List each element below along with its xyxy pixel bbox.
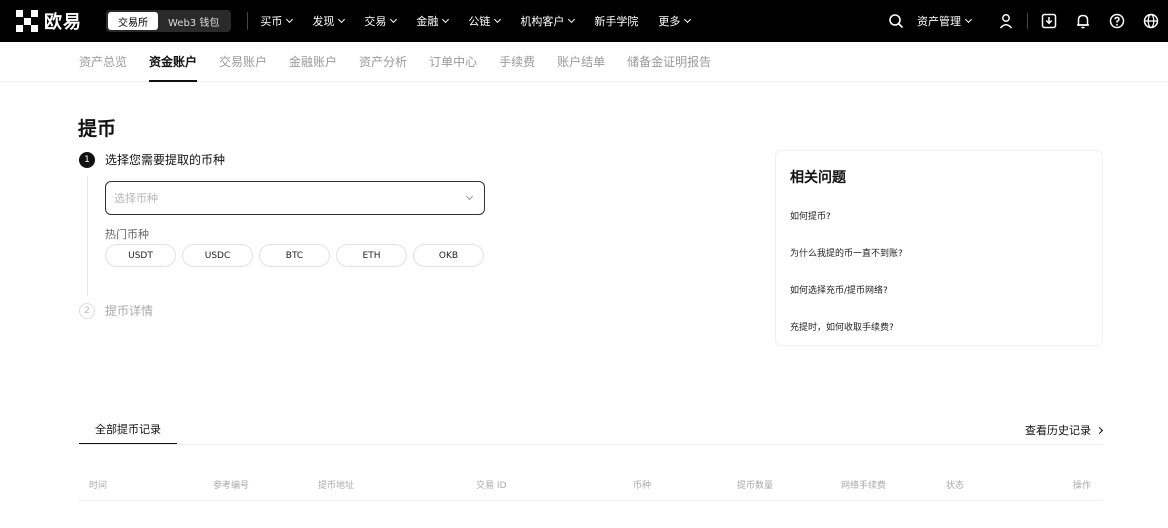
- faq-title: 相关问题: [790, 170, 846, 186]
- subnav-trading-account[interactable]: 交易账户: [219, 42, 267, 82]
- nav-discover[interactable]: 发现: [312, 13, 346, 29]
- download-icon: [1041, 13, 1057, 29]
- coin-chip-btc[interactable]: BTC: [259, 244, 330, 267]
- chevron-down-icon: [494, 15, 502, 24]
- coin-chip-eth[interactable]: ETH: [336, 244, 407, 267]
- search-button[interactable]: [879, 0, 913, 42]
- faq-link[interactable]: 充提时，如何收取手续费?: [790, 320, 894, 333]
- coin-select[interactable]: 选择币种: [105, 181, 485, 215]
- step-connector: [87, 176, 88, 296]
- faq-link[interactable]: 如何提币?: [790, 209, 831, 222]
- nav-academy[interactable]: 新手学院: [594, 13, 638, 29]
- notification-button[interactable]: [1066, 0, 1100, 42]
- faq-link[interactable]: 如何选择充币/提币网络?: [790, 283, 888, 296]
- column-header-address: 提币地址: [318, 481, 355, 491]
- nav-buy-crypto[interactable]: 买币: [260, 13, 294, 29]
- coin-select-placeholder: 选择币种: [114, 192, 158, 205]
- nav-label: 更多: [658, 15, 681, 28]
- step-label: 选择您需要提取的币种: [105, 153, 226, 167]
- tab-all-withdrawals[interactable]: 全部提币记录: [79, 413, 177, 445]
- step-label: 提币详情: [105, 304, 154, 318]
- coin-chip-usdc[interactable]: USDC: [182, 244, 253, 267]
- bell-icon: [1077, 14, 1089, 29]
- subnav-fees[interactable]: 手续费: [499, 42, 535, 82]
- step-number: 2: [79, 302, 95, 319]
- chevron-down-icon: [684, 15, 692, 24]
- column-header-tx-id: 交易 ID: [476, 481, 507, 491]
- column-header-coin: 币种: [633, 481, 652, 491]
- nav-divider: [247, 12, 249, 30]
- chevron-down-icon: [390, 15, 398, 24]
- okx-logo-icon: [16, 10, 38, 32]
- help-button[interactable]: [1100, 0, 1134, 42]
- subnav-asset-analysis[interactable]: 资产分析: [359, 42, 407, 82]
- nav-institutional[interactable]: 机构客户: [520, 13, 576, 29]
- logo[interactable]: 欧易: [16, 8, 92, 34]
- tool-divider: [1027, 13, 1028, 29]
- switch-web3-wallet[interactable]: Web3 钱包: [158, 12, 229, 30]
- table-header-divider: [79, 500, 1103, 501]
- subnav-funding-account[interactable]: 资金账户: [149, 42, 198, 82]
- chevron-down-icon: [465, 192, 474, 201]
- user-icon: [999, 14, 1013, 29]
- view-history-link[interactable]: 查看历史记录: [1025, 422, 1104, 438]
- subnav-proof-of-reserves[interactable]: 储备金证明报告: [627, 42, 711, 82]
- assets-menu[interactable]: 资产管理: [917, 13, 973, 29]
- column-header-time: 时间: [89, 481, 108, 491]
- step-select-coin: 1 选择您需要提取的币种: [79, 151, 225, 168]
- nav-finance[interactable]: 金融: [416, 13, 450, 29]
- nav-trade[interactable]: 交易: [364, 13, 398, 29]
- hot-coins-label: 热门币种: [105, 228, 149, 241]
- column-header-ref-id: 参考编号: [213, 481, 250, 491]
- nav-label: 新手学院: [594, 15, 639, 28]
- history-divider: [79, 444, 1103, 445]
- chevron-down-icon: [964, 15, 973, 24]
- coin-chip-okb[interactable]: OKB: [413, 244, 484, 267]
- nav-label: 买币: [260, 15, 283, 28]
- column-header-amount: 提币数量: [737, 481, 774, 491]
- step-number: 1: [79, 151, 95, 168]
- subnav-overview[interactable]: 资产总览: [79, 42, 127, 82]
- view-history-label: 查看历史记录: [1025, 424, 1091, 437]
- language-button[interactable]: [1134, 0, 1168, 42]
- nav-label: 公链: [468, 15, 491, 28]
- logo-text: 欧易: [44, 12, 82, 33]
- nav-label: 金融: [416, 15, 439, 28]
- subnav-order-center[interactable]: 订单中心: [429, 42, 477, 82]
- search-icon: [889, 14, 904, 29]
- column-header-network-fee: 网络手续费: [841, 481, 887, 491]
- chevron-down-icon: [338, 15, 346, 24]
- account-subnav: 资产总览 资金账户 交易账户 金融账户 资产分析 订单中心 手续费 账户结单 储…: [0, 42, 1168, 82]
- right-tools: 资产管理: [879, 0, 1168, 42]
- nav-label: 机构客户: [520, 15, 565, 28]
- chevron-right-icon: [1095, 426, 1104, 434]
- globe-icon: [1143, 13, 1159, 29]
- column-header-action: 操作: [1073, 481, 1092, 491]
- top-navbar: 欧易 交易所 Web3 钱包 买币 发现 交易 金融 公链 机构客户 新手学院 …: [0, 0, 1168, 42]
- nav-more[interactable]: 更多: [658, 13, 692, 29]
- faq-panel: 相关问题 如何提币? 为什么我提的币一直不到账? 如何选择充币/提币网络? 充提…: [775, 150, 1103, 346]
- subnav-finance-account[interactable]: 金融账户: [289, 42, 337, 82]
- nav-label: 发现: [312, 15, 335, 28]
- column-header-status: 状态: [946, 481, 965, 491]
- subnav-statements[interactable]: 账户结单: [557, 42, 605, 82]
- hot-coins-list: USDT USDC BTC ETH OKB: [105, 244, 490, 267]
- main-nav: 买币 发现 交易 金融 公链 机构客户 新手学院 更多: [260, 13, 710, 29]
- chevron-down-icon: [442, 15, 450, 24]
- help-icon: [1109, 13, 1125, 29]
- chevron-down-icon: [286, 15, 294, 24]
- platform-switch: 交易所 Web3 钱包: [106, 10, 232, 32]
- faq-link[interactable]: 为什么我提的币一直不到账?: [790, 246, 903, 259]
- user-button[interactable]: [989, 0, 1023, 42]
- step-withdraw-details: 2 提币详情: [79, 302, 153, 319]
- nav-label: 交易: [364, 15, 387, 28]
- switch-exchange[interactable]: 交易所: [108, 12, 158, 30]
- download-button[interactable]: [1032, 0, 1066, 42]
- nav-chain[interactable]: 公链: [468, 13, 502, 29]
- assets-label: 资产管理: [917, 15, 961, 28]
- page-title: 提币: [78, 118, 117, 140]
- coin-chip-usdt[interactable]: USDT: [105, 244, 176, 267]
- chevron-down-icon: [568, 15, 576, 24]
